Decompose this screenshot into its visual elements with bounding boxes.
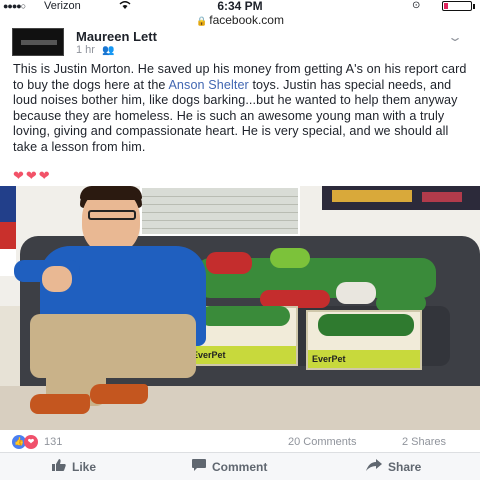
status-bar: ●●●●○ Verizon 6:34 PM ⊙ xyxy=(0,0,480,12)
url-text: facebook.com xyxy=(209,13,284,27)
post-body: This is Justin Morton. He saved up his m… xyxy=(13,62,473,155)
photo-person-shoe xyxy=(90,384,148,404)
comment-label: Comment xyxy=(212,460,268,474)
comments-count[interactable]: 20 Comments xyxy=(288,436,356,448)
post-author[interactable]: Maureen Lett xyxy=(76,29,157,44)
address-bar[interactable]: 🔒 facebook.com xyxy=(0,12,480,28)
photo-poster xyxy=(322,186,480,210)
lock-icon: 🔒 xyxy=(196,16,208,26)
love-reaction-icon: ❤ xyxy=(24,435,38,449)
share-label: Share xyxy=(388,460,422,474)
photo-person-hair xyxy=(80,186,142,200)
photo-toy xyxy=(206,252,252,274)
post-meta: 1 hr 👥 xyxy=(76,44,114,56)
photo-toy xyxy=(200,306,290,326)
photo-toy xyxy=(318,314,414,336)
like-label: Like xyxy=(72,460,97,474)
photo-window xyxy=(140,186,300,236)
photo-toy xyxy=(270,248,310,268)
comment-icon xyxy=(192,453,206,480)
action-bar: Like Comment Share xyxy=(0,452,480,480)
photo-box-label: EverPet xyxy=(188,346,296,364)
photo-flag xyxy=(0,186,16,276)
photo-person-glasses xyxy=(88,210,136,220)
photo-box-label: EverPet xyxy=(308,350,420,368)
post-header: Maureen Lett 1 hr 👥 ⌄ xyxy=(0,28,480,60)
reaction-count[interactable]: 131 xyxy=(44,436,62,448)
shares-count[interactable]: 2 Shares xyxy=(402,436,446,448)
avatar[interactable] xyxy=(12,28,64,56)
like-button[interactable]: Like xyxy=(52,453,96,480)
share-button[interactable]: Share xyxy=(366,453,421,480)
photo-person-shoe xyxy=(30,394,90,414)
clock: 6:34 PM xyxy=(217,0,263,13)
chevron-down-icon[interactable]: ⌄ xyxy=(447,30,463,44)
reactions-bar[interactable]: 👍 ❤ 131 20 Comments 2 Shares xyxy=(0,430,480,452)
share-icon xyxy=(366,453,382,480)
comment-button[interactable]: Comment xyxy=(192,453,267,480)
friends-icon: 👥 xyxy=(102,45,115,56)
heart-emojis: ❤❤❤ xyxy=(13,168,52,183)
photo-person-hand xyxy=(42,266,72,292)
post-photo[interactable]: EverPet EverPet xyxy=(0,186,480,430)
rotation-lock-icon: ⊙ xyxy=(412,0,421,11)
shelter-link[interactable]: Anson Shelter xyxy=(168,78,248,92)
battery-icon xyxy=(442,1,475,11)
post-timestamp[interactable]: 1 hr xyxy=(76,44,95,56)
photo-toy xyxy=(336,282,376,304)
thumbs-up-icon xyxy=(52,453,66,480)
